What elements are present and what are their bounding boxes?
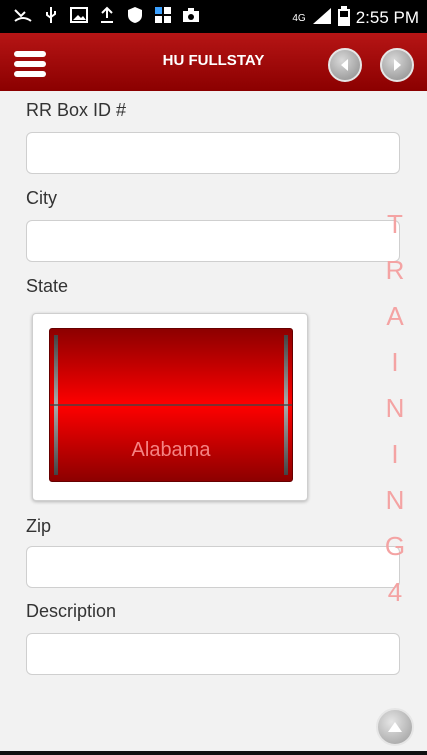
chevron-up-icon (388, 722, 402, 732)
watermark-letter: N (385, 485, 405, 515)
previous-button[interactable] (328, 48, 362, 82)
shield-icon (126, 6, 144, 24)
menu-icon-bar (14, 71, 46, 77)
watermark-letter: G (384, 531, 406, 561)
network-type-label: 4G (292, 12, 306, 24)
watermark-letter: I (391, 439, 399, 469)
state-picker-drum[interactable]: Alabama (49, 328, 293, 482)
watermark-letter: A (386, 301, 404, 331)
camera-icon (182, 6, 200, 24)
state-selected-value: Alabama (131, 439, 211, 461)
form-content: RR Box ID # City State Alabama Zip Descr… (0, 91, 427, 751)
upload-icon (98, 6, 116, 24)
zip-label: Zip (26, 516, 52, 536)
bottom-edge (0, 751, 427, 755)
clock-text: 2:55 PM (355, 8, 419, 27)
rr-box-id-input[interactable] (26, 132, 400, 174)
city-input[interactable] (26, 220, 400, 262)
chevron-left-icon (341, 59, 348, 71)
training-watermark: T R A I N I N G 4 (370, 201, 420, 615)
image-icon (70, 6, 88, 24)
battery-icon (337, 6, 350, 30)
scroll-to-top-button[interactable] (376, 708, 414, 746)
watermark-letter: N (385, 393, 405, 423)
watermark-letter: R (385, 255, 405, 285)
grid-app-icon (154, 6, 172, 24)
chevron-right-icon (394, 59, 401, 71)
app-title: HU FULLSTAY (162, 52, 265, 69)
state-label: State (26, 276, 69, 296)
state-picker[interactable]: Alabama (32, 313, 308, 501)
status-bar: 4G 2:55 PM (0, 0, 427, 33)
watermark-letter: T (387, 209, 403, 239)
description-label: Description (26, 601, 117, 621)
city-label: City (26, 188, 57, 208)
watermark-letter: I (391, 347, 399, 377)
zip-input[interactable] (26, 546, 400, 588)
description-input[interactable] (26, 633, 400, 675)
rr-box-id-label: RR Box ID # (26, 100, 127, 120)
usb-icon (42, 6, 60, 24)
missed-call-icon (14, 6, 32, 24)
signal-icon (312, 7, 332, 29)
selection-line (50, 404, 292, 406)
watermark-letter: 4 (387, 577, 403, 607)
next-button[interactable] (380, 48, 414, 82)
app-bar: HU FULLSTAY (0, 33, 427, 91)
